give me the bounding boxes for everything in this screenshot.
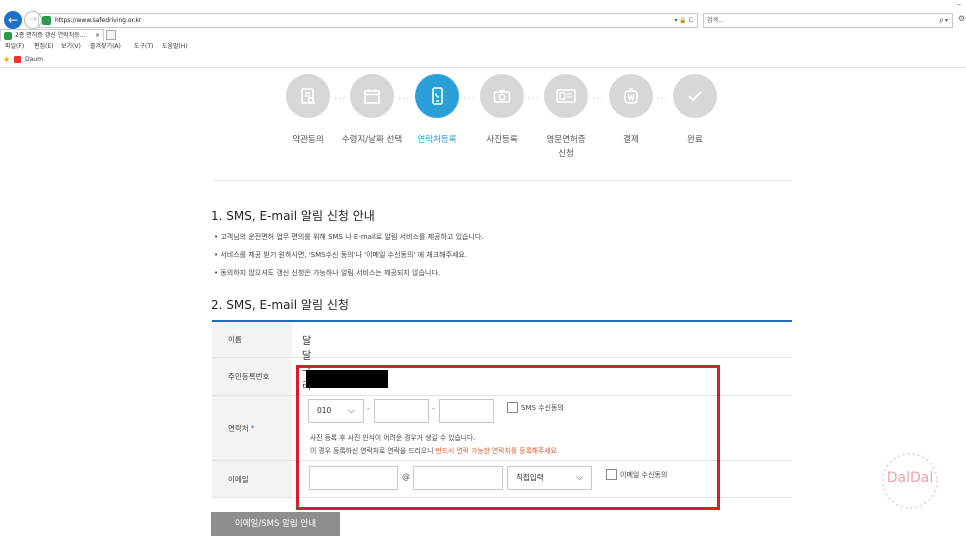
- tab-bar: 2종 면허증 갱신 연락처등... ×: [0, 29, 966, 41]
- section-divider: [213, 180, 792, 181]
- new-tab-button[interactable]: [106, 30, 116, 40]
- tab-title: 2종 면허증 갱신 연락처등...: [15, 32, 86, 39]
- site-icon: [42, 16, 51, 25]
- check-icon: [673, 74, 717, 118]
- step-complete: 완료: [650, 74, 740, 147]
- chrome-divider: [0, 67, 966, 68]
- phone-icon: [415, 74, 459, 118]
- back-button[interactable]: ←: [4, 11, 22, 29]
- step-label: 완료: [687, 135, 703, 145]
- address-row: ← → https://www.safedriving.or.kr ▾ 🔒 C …: [0, 11, 966, 29]
- id-card-icon: [544, 74, 588, 118]
- form-row-name: 이름 달달구리: [212, 322, 792, 392]
- tab-current[interactable]: 2종 면허증 갱신 연락처등... ×: [0, 29, 104, 41]
- menu-tools[interactable]: 도구(T): [134, 42, 153, 52]
- name-label: 이름: [212, 322, 292, 357]
- phone-label-text: 연락처: [228, 423, 249, 433]
- section1-title: 1. SMS, E-mail 알림 신청 안내: [211, 209, 375, 223]
- gear-icon[interactable]: ⚙: [958, 14, 965, 23]
- email-label: 이메일: [212, 461, 292, 497]
- phone-label: 연락처 *: [212, 396, 292, 460]
- section2-title: 2. SMS, E-mail 알림 신청: [211, 298, 349, 312]
- calendar-icon: [350, 74, 394, 118]
- info-bullet: • 동의하지 않으셔도 갱신 신청은 가능하나 알림 서비스는 제공되지 않습니…: [214, 269, 441, 277]
- wallet-icon: [609, 74, 653, 118]
- camera-icon: [480, 74, 524, 118]
- search-input[interactable]: 검색... ρ ▾: [703, 13, 953, 28]
- required-mark: *: [250, 423, 255, 433]
- search-icon[interactable]: ρ ▾: [939, 14, 948, 27]
- step-label-line: 영문면허증 신청: [546, 135, 586, 159]
- info-bullet: • 서비스를 제공 받기 원하시면, 'SMS수신 동의'나 '이메일 수신동의…: [214, 251, 468, 259]
- tab-favicon-icon: [4, 32, 12, 40]
- url-text: https://www.safedriving.or.kr: [55, 17, 142, 24]
- menu-edit[interactable]: 편집(E): [34, 42, 54, 52]
- address-bar[interactable]: https://www.safedriving.or.kr ▾ 🔒 C: [38, 13, 698, 28]
- email-sms-info-button[interactable]: 이메일/SMS 알림 안내: [211, 512, 340, 536]
- info-bullet: • 고객님의 운전면허 업무 편의를 위해 SMS 나 E-mail로 알림 서…: [214, 233, 484, 241]
- menu-file[interactable]: 파일(F): [5, 42, 24, 52]
- address-tools[interactable]: ▾ 🔒 C: [675, 14, 694, 27]
- favorites-bar: ★ Daum: [0, 55, 966, 65]
- menu-help[interactable]: 도움말(H): [162, 42, 188, 52]
- search-placeholder: 검색...: [707, 17, 724, 24]
- menu-bar: 파일(F) 편집(E) 보기(V) 즐겨찾기(A) 도구(T) 도움말(H): [0, 42, 966, 52]
- rrn-label: 주민등록번호: [212, 358, 292, 395]
- minimize-icon[interactable]: –: [957, 0, 961, 9]
- menu-view[interactable]: 보기(V): [61, 42, 81, 52]
- browser-chrome: – ← → https://www.safedriving.or.kr ▾ 🔒 …: [0, 0, 966, 68]
- document-icon: [286, 74, 330, 118]
- daum-icon: [14, 56, 21, 63]
- watermark-text: DalDal: [886, 470, 934, 486]
- favorite-daum[interactable]: Daum: [25, 55, 43, 65]
- watermark: DalDal: [880, 442, 940, 520]
- menu-favorites[interactable]: 즐겨찾기(A): [90, 42, 121, 52]
- close-icon[interactable]: ×: [95, 30, 100, 41]
- highlight-box: [296, 365, 720, 510]
- star-icon[interactable]: ★: [3, 55, 10, 65]
